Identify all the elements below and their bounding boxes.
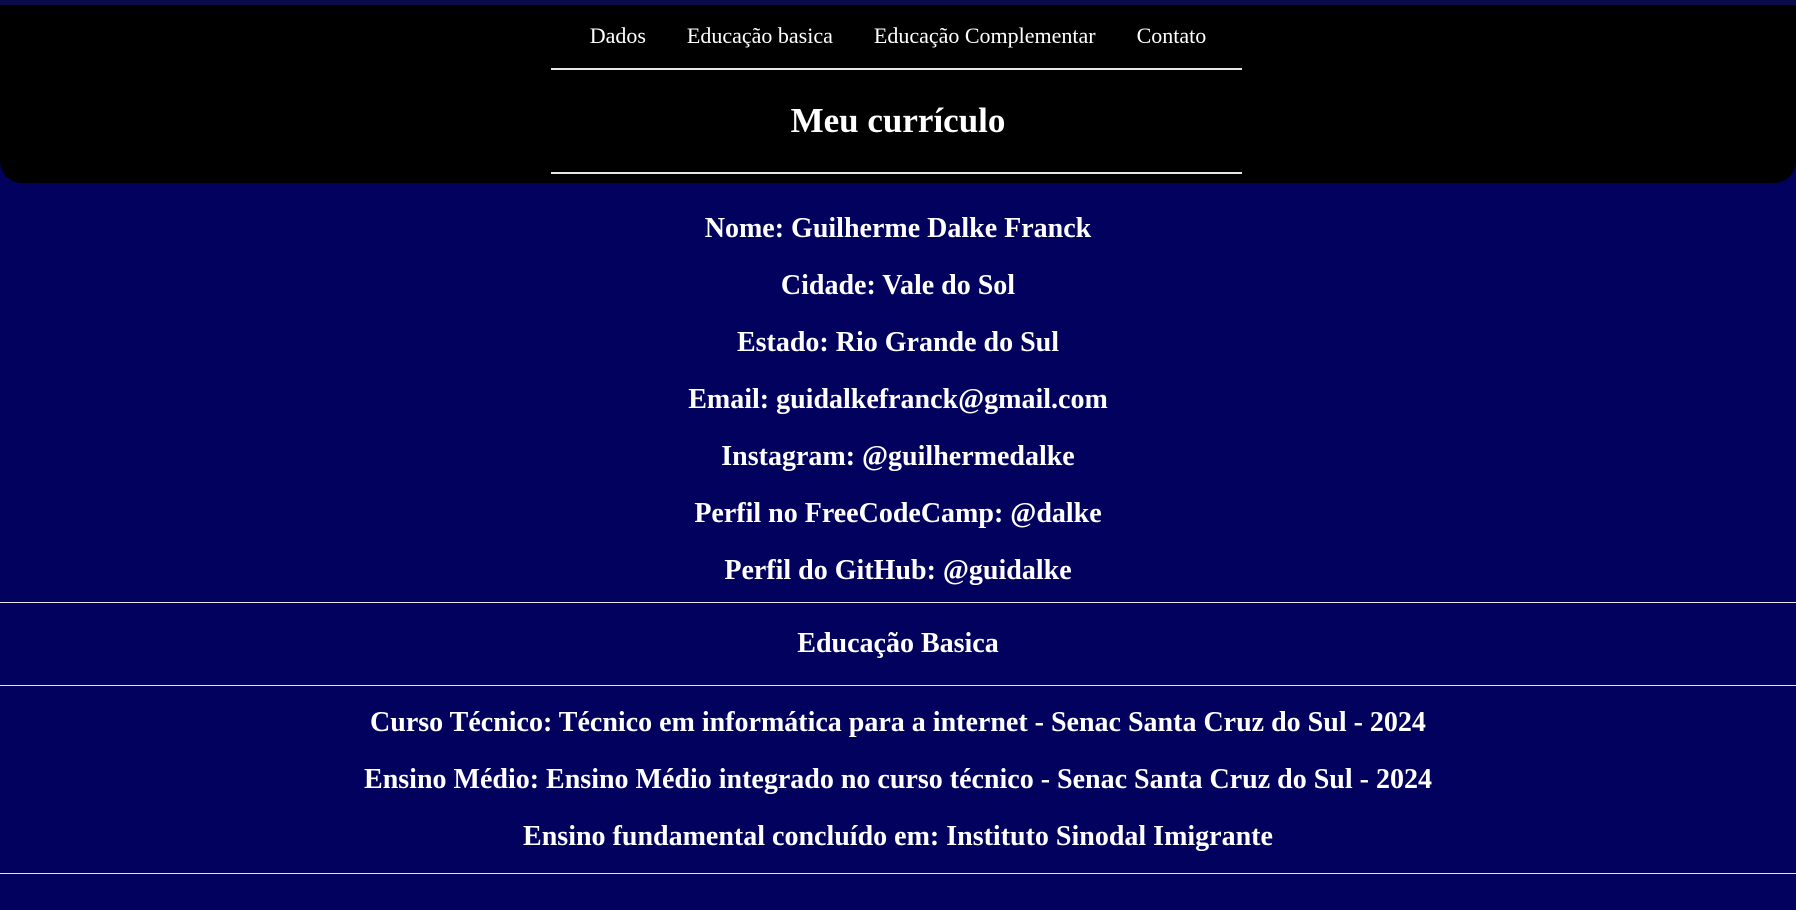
name-line: Nome: Guilherme Dalke Franck <box>704 213 1092 244</box>
header-divider-bottom <box>551 172 1242 174</box>
header-divider-top <box>551 68 1242 70</box>
basic-education-title: Educação Basica <box>797 628 999 659</box>
main-nav: Dados Educação basica Educação Complemen… <box>0 5 1796 49</box>
site-header: Dados Educação basica Educação Complemen… <box>0 5 1796 183</box>
nav-link-educacao-complementar[interactable]: Educação Complementar <box>874 23 1096 49</box>
basic-education-section: Curso Técnico: Técnico em informática pa… <box>0 686 1796 873</box>
nav-link-dados[interactable]: Dados <box>590 23 646 49</box>
city-line: Cidade: Vale do Sol <box>780 270 1016 301</box>
freecodecamp-line: Perfil no FreeCodeCamp: @dalke <box>694 498 1102 529</box>
personal-data-section: Nome: Guilherme Dalke Franck Cidade: Val… <box>0 183 1796 599</box>
elementary-school-line: Ensino fundamental concluído em: Institu… <box>523 821 1273 852</box>
page-title: Meu currículo <box>790 101 1006 140</box>
nav-link-contato[interactable]: Contato <box>1137 23 1207 49</box>
section-divider <box>0 873 1796 874</box>
high-school-line: Ensino Médio: Ensino Médio integrado no … <box>364 764 1432 795</box>
email-line: Email: guidalkefranck@gmail.com <box>688 384 1108 415</box>
state-line: Estado: Rio Grande do Sul <box>736 327 1060 358</box>
github-line: Perfil do GitHub: @guidalke <box>724 555 1072 586</box>
nav-link-educacao-basica[interactable]: Educação basica <box>687 23 833 49</box>
technical-course-line: Curso Técnico: Técnico em informática pa… <box>370 707 1426 738</box>
instagram-line: Instagram: @guilhermedalke <box>721 441 1075 472</box>
